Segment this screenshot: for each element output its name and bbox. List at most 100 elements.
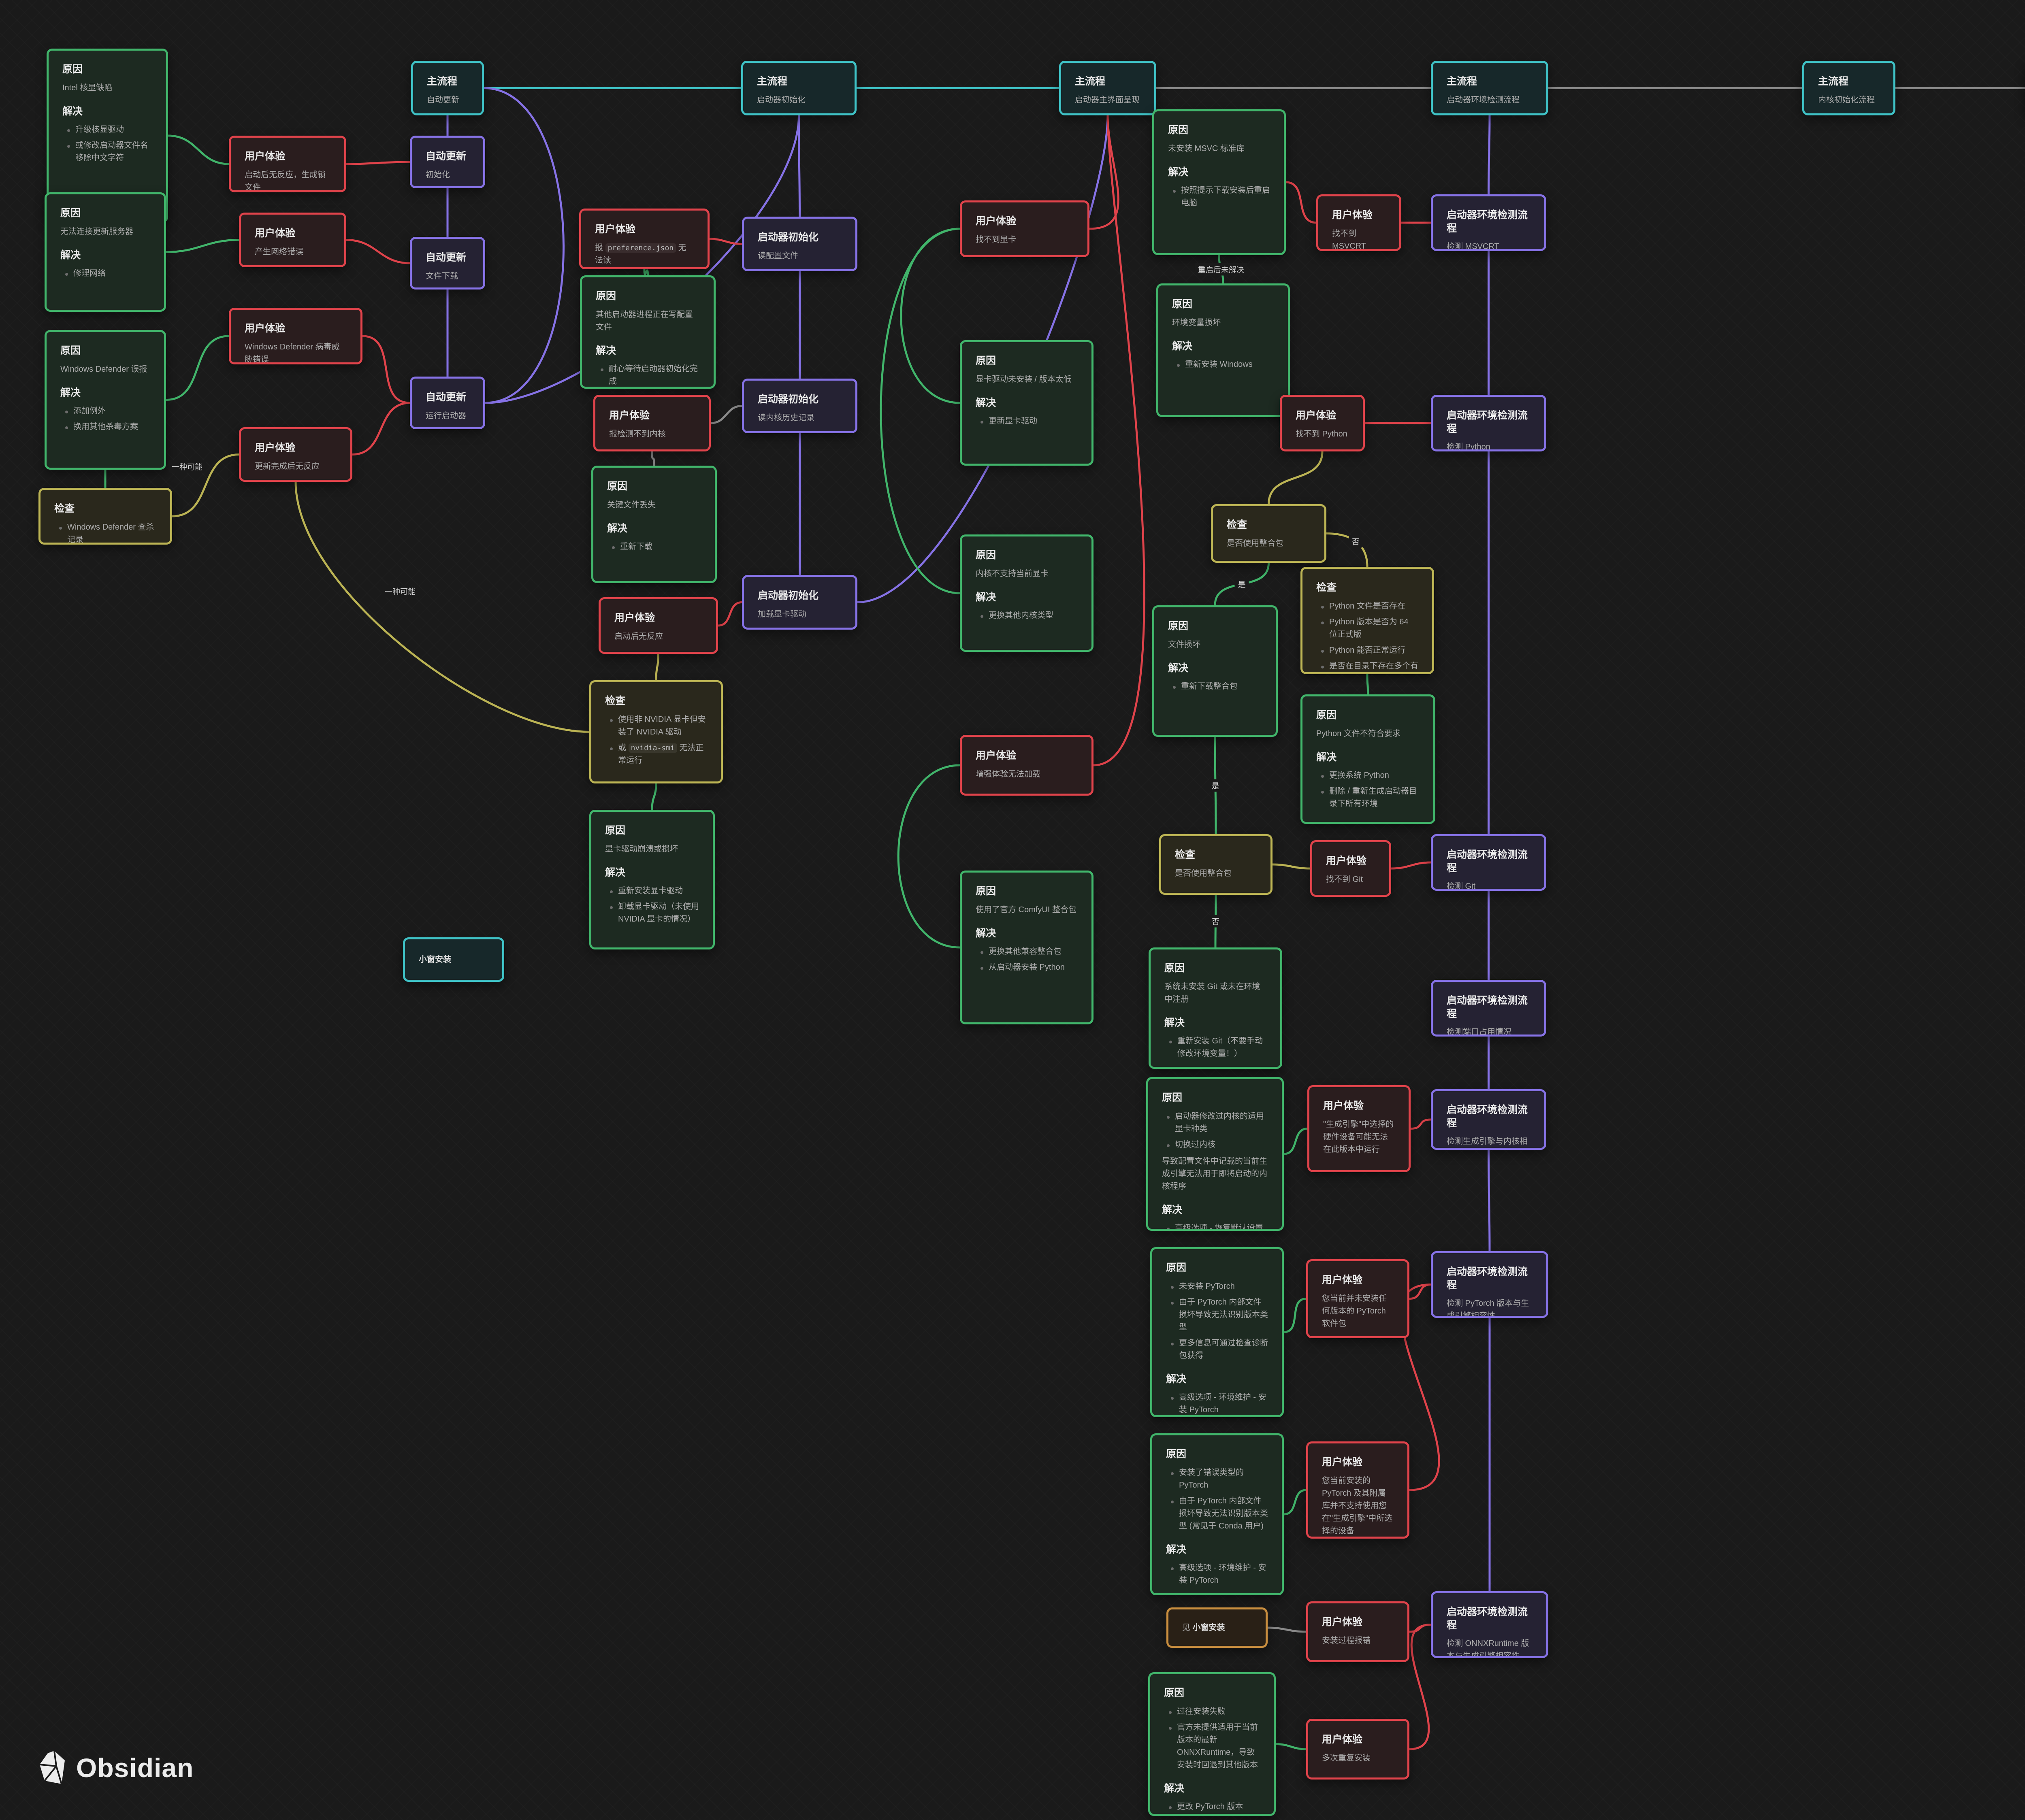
u-install-error-node[interactable]: 用户体验安装过程报错	[1306, 1601, 1409, 1662]
edge-p-engine-to-u-engine-device[interactable]	[1411, 1120, 1431, 1129]
edge-m-main-ui-to-u-enhance[interactable]	[1094, 115, 1144, 765]
t-window-install-node[interactable]: 小窗安装	[403, 937, 504, 982]
u-pytorch-none-text: 您当前并未安装任何版本的 PyTorch 软件包	[1322, 1292, 1394, 1330]
p-msvcrt-node[interactable]: 启动器环境检测流程检测 MSVCRT	[1431, 194, 1546, 251]
p-init-node[interactable]: 自动更新初始化	[410, 136, 485, 188]
y-nvidia-check-node[interactable]: 检查使用非 NVIDIA 显卡但安装了 NVIDIA 驱动或 nvidia-sm…	[589, 680, 723, 783]
edge-p-onnx-to-u-repeat-install[interactable]	[1409, 1625, 1431, 1750]
y-integ1-node[interactable]: 检查是否使用整合包	[1211, 504, 1326, 563]
g-msvc-node[interactable]: 原因未安装 MSVC 标准库解决按照提示下载安装后重启电脑	[1152, 109, 1286, 255]
edge-u-lockfile-to-g-intel[interactable]	[168, 136, 229, 164]
u-pytorch-device-node[interactable]: 用户体验您当前安装的 PyTorch 及其附属库并不支持使用您在"生成引擎"中所…	[1306, 1441, 1409, 1539]
p-run-node[interactable]: 自动更新运行启动器	[410, 377, 485, 429]
p-download-node[interactable]: 自动更新文件下载	[410, 237, 485, 289]
u-no-kernel-node[interactable]: 用户体验报检测不到内核	[593, 395, 711, 451]
g-gpu-driver-node[interactable]: 原因显卡驱动未安装 / 版本太低解决更新显卡驱动	[960, 340, 1094, 466]
g-kernel-unsupported-node[interactable]: 原因内核不支持当前显卡解决更换其他内核类型	[960, 534, 1094, 652]
u-enhance-node[interactable]: 用户体验增强体验无法加载	[960, 735, 1094, 796]
p-engine-node[interactable]: 启动器环境检测流程检测生成引擎与内核相容性	[1431, 1089, 1546, 1150]
u-defender-node[interactable]: 用户体验Windows Defender 病毒威胁错误	[229, 308, 362, 364]
edge-u-pytorch-device-to-g-pytorch-wrong[interactable]	[1284, 1490, 1306, 1514]
edge-m-main-ui-to-u-no-gpu[interactable]	[1089, 115, 1118, 229]
g-defender-node[interactable]: 原因Windows Defender 误报解决添加例外换用其他杀毒方案	[45, 330, 166, 470]
p-read-history-node[interactable]: 启动器初始化读内核历史记录	[742, 379, 857, 433]
p-onnx-node[interactable]: 启动器环境检测流程检测 ONNXRuntime 版本与生成引擎相容性	[1431, 1591, 1548, 1658]
u-no-response-node[interactable]: 用户体验启动后无反应	[599, 597, 718, 654]
g-file-broken-node[interactable]: 原因文件损坏解决重新下载整合包	[1152, 605, 1278, 737]
edge-p-init-to-u-lockfile[interactable]	[346, 162, 410, 164]
edge-u-msvcrt-to-g-msvc[interactable]	[1286, 182, 1316, 223]
u-no-python-node[interactable]: 用户体验找不到 Python	[1280, 395, 1365, 451]
y-python-check-node[interactable]: 检查Python 文件是否存在Python 版本是否为 64 位正式版Pytho…	[1300, 567, 1434, 674]
edge-u-no-git-to-y-integ2[interactable]	[1273, 864, 1310, 868]
edge-p-run-to-m-auto-update[interactable]	[484, 88, 564, 403]
edge-u-engine-device-to-g-engine-mismatch[interactable]	[1284, 1129, 1307, 1154]
g-comfyui-node[interactable]: 原因使用了官方 ComfyUI 整合包解决更换其他兼容整合包从启动器安装 Pyt…	[960, 871, 1094, 1024]
edge-u-no-kernel-to-g-missing-files[interactable]	[652, 451, 654, 466]
g-defender-bullet: 换用其他杀毒方案	[63, 421, 150, 433]
p-git-node[interactable]: 启动器环境检测流程检测 Git	[1431, 834, 1546, 891]
edge-u-defender-to-g-defender[interactable]	[166, 336, 229, 400]
u-network-node[interactable]: 用户体验产生网络错误	[239, 213, 346, 267]
u-msvcrt-node[interactable]: 用户体验找不到 MSVCRT	[1316, 194, 1401, 251]
edge-u-no-python-to-y-integ1[interactable]	[1269, 451, 1323, 504]
edge-u-no-gpu-to-g-kernel-unsupported[interactable]	[881, 229, 960, 593]
edge-m-launcher-init-to-p-read-config[interactable]	[799, 115, 800, 217]
edge-p-download-to-u-network[interactable]	[346, 240, 410, 264]
u-lockfile-node[interactable]: 用户体验启动后无反应，生成锁文件	[229, 136, 346, 192]
u-engine-device-node[interactable]: 用户体验"生成引擎"中选择的硬件设备可能无法在此版本中运行	[1307, 1085, 1411, 1172]
edge-u-network-to-g-network[interactable]	[166, 240, 239, 252]
edge-u-preference-to-g-config-writing[interactable]	[644, 269, 648, 275]
p-read-config-node[interactable]: 启动器初始化读配置文件	[742, 217, 857, 271]
g-gpu-crash-node[interactable]: 原因显卡驱动崩溃或损坏解决重新安装显卡驱动卸载显卡驱动（未使用 NVIDIA 显…	[589, 810, 715, 949]
edge-u-pytorch-none-to-g-pytorch-missing[interactable]	[1284, 1299, 1306, 1333]
g-gpu-driver-bullet: 更新显卡驱动	[978, 415, 1078, 428]
m-main-ui-node[interactable]: 主流程启动器主界面呈现	[1059, 61, 1156, 115]
u-after-update-node[interactable]: 用户体验更新完成后无反应	[239, 427, 352, 482]
u-no-git-node[interactable]: 用户体验找不到 Git	[1310, 840, 1391, 897]
g-git-missing-node[interactable]: 原因系统未安装 Git 或未在环境中注册解决重新安装 Git（不要手动修改环境变…	[1149, 947, 1282, 1069]
g-network-heading: 原因	[60, 206, 150, 220]
p-pytorch-node[interactable]: 启动器环境检测流程检测 PyTorch 版本与生成引擎相容性	[1431, 1251, 1548, 1318]
g-pytorch-missing-node[interactable]: 原因未安装 PyTorch由于 PyTorch 内部文件损坏导致无法识别版本类型…	[1150, 1247, 1284, 1417]
m-env-check-node[interactable]: 主流程启动器环境检测流程	[1431, 61, 1548, 115]
m-auto-update-node[interactable]: 主流程自动更新	[411, 61, 484, 115]
y-defender-log-node[interactable]: 检查Windows Defender 查杀记录	[38, 488, 172, 545]
p-load-gpu-node[interactable]: 启动器初始化加载显卡驱动	[742, 575, 857, 630]
g-pytorch-wrong-bullet: 安装了错误类型的 PyTorch	[1168, 1467, 1268, 1492]
edge-p-git-to-u-no-git[interactable]	[1391, 862, 1431, 868]
edge-p-read-history-to-u-no-kernel[interactable]	[711, 406, 742, 424]
edge-u-after-update-to-y-nvidia-check[interactable]	[296, 482, 589, 732]
g-envvar-node[interactable]: 原因环境变量损坏解决重新安装 Windows	[1156, 283, 1290, 417]
g-config-writing-node[interactable]: 原因其他启动器进程正在写配置文件解决耐心等待启动器初始化完成	[580, 275, 716, 389]
y-integ2-node[interactable]: 检查是否使用整合包	[1159, 834, 1273, 895]
edge-p-engine-to-p-pytorch[interactable]	[1489, 1150, 1490, 1251]
edge-y-nvidia-check-to-g-gpu-crash[interactable]	[652, 783, 656, 810]
edge-u-no-response-to-y-nvidia-check[interactable]	[656, 654, 659, 680]
edge-y-python-check-to-g-python-bad[interactable]	[1367, 674, 1368, 694]
edge-u-repeat-install-to-g-onnx-fallback[interactable]	[1276, 1744, 1306, 1750]
p-port-node[interactable]: 启动器环境检测流程检测端口占用情况	[1431, 980, 1546, 1037]
g-engine-mismatch-node[interactable]: 原因启动器修改过内核的适用显卡种类切换过内核导致配置文件中记载的当前生成引擎无法…	[1146, 1077, 1284, 1231]
p-python-node[interactable]: 启动器环境检测流程检测 Python	[1431, 395, 1546, 451]
g-python-bad-node[interactable]: 原因Python 文件不符合要求解决更换系统 Python删除 / 重新生成启动…	[1300, 694, 1435, 824]
u-no-gpu-node[interactable]: 用户体验找不到显卡	[960, 200, 1089, 257]
edge-m-env-check-to-p-msvcrt[interactable]	[1489, 115, 1490, 194]
edge-u-install-error-to-l-window-ref[interactable]	[1268, 1628, 1306, 1632]
g-onnx-fallback-node[interactable]: 原因过往安装失败官方未提供适用于当前版本的最新 ONNXRuntime，导致安装…	[1148, 1672, 1276, 1816]
m-kernel-init-node[interactable]: 主流程内核初始化流程	[1802, 61, 1895, 115]
g-network-node[interactable]: 原因无法连接更新服务器解决修理网络	[45, 192, 166, 312]
g-missing-files-node[interactable]: 原因关键文件丢失解决重新下载	[591, 466, 717, 583]
u-pytorch-none-node[interactable]: 用户体验您当前并未安装任何版本的 PyTorch 软件包	[1306, 1259, 1409, 1338]
obsidian-canvas-surface[interactable]: Obsidian 主流程自动更新主流程启动器初始化主流程启动器主界面呈现主流程启…	[0, 0, 2025, 1820]
u-repeat-install-node[interactable]: 用户体验多次重复安装	[1306, 1719, 1409, 1780]
edge-p-run-to-u-after-update[interactable]	[352, 403, 410, 455]
l-window-ref-node[interactable]: 见 小窗安装	[1166, 1607, 1268, 1648]
edge-u-enhance-to-g-comfyui[interactable]	[898, 765, 960, 947]
m-launcher-init-node[interactable]: 主流程启动器初始化	[741, 61, 857, 115]
u-preference-node[interactable]: 用户体验报 preference.json 无法读	[579, 209, 710, 269]
edge-p-run-to-u-defender[interactable]	[362, 336, 410, 403]
edge-u-no-gpu-to-g-gpu-driver[interactable]	[901, 229, 960, 403]
edge-p-load-gpu-to-u-no-response[interactable]	[718, 602, 742, 626]
g-pytorch-wrong-node[interactable]: 原因安装了错误类型的 PyTorch由于 PyTorch 内部文件损坏导致无法识…	[1150, 1433, 1284, 1595]
